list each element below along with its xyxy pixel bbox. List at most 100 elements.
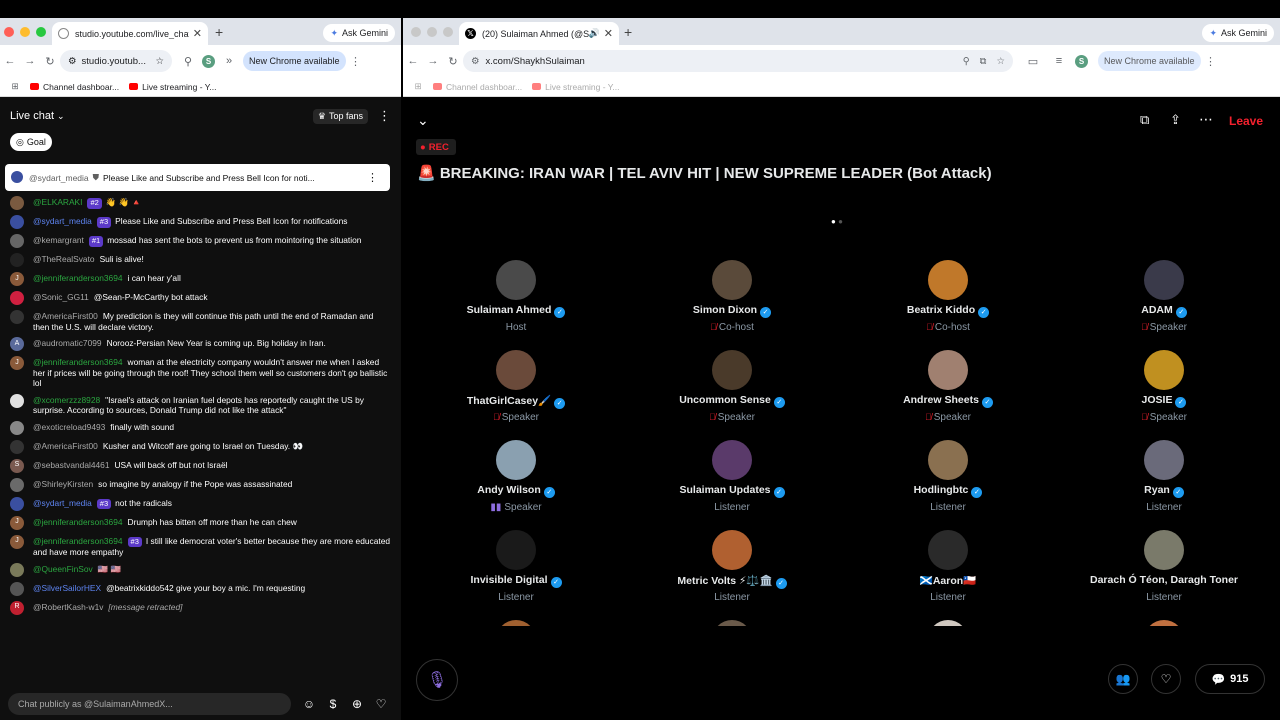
participant[interactable]: Beatrix Kiddo ✓ 🎙̸ Co-host xyxy=(840,260,1056,334)
avatar[interactable]: A xyxy=(10,337,24,351)
participant[interactable]: ThatGirlCasey🖌️ ✓ 🎙̸ Speaker xyxy=(408,350,624,424)
participant[interactable] xyxy=(624,620,840,626)
extension-icon[interactable]: ⚲ xyxy=(178,55,198,68)
tab-live-chat[interactable]: studio.youtube.com/live_chat ✕ xyxy=(52,22,208,45)
participant[interactable]: Ryan ✓ Listener xyxy=(1056,440,1272,514)
address-bar[interactable]: ⚙ x.com/ShaykhSulaiman ⚲ ⧉ ☆ xyxy=(463,50,1013,72)
back-icon[interactable]: ← xyxy=(0,55,20,67)
chat-message[interactable]: R @RobertKash-w1v [message retracted] xyxy=(0,599,401,618)
forward-icon[interactable]: → xyxy=(20,55,40,67)
chat-message[interactable]: @Sonic_GG11 @Sean-P-McCarthy bot attack xyxy=(0,289,401,308)
comments-button[interactable]: 💬 915 xyxy=(1195,664,1265,694)
participant[interactable]: Invisible Digital ✓ Listener xyxy=(408,530,624,604)
message-author[interactable]: @AmericaFirst00 xyxy=(33,311,98,321)
participant-avatar[interactable] xyxy=(496,620,536,626)
leave-button[interactable]: Leave xyxy=(1229,114,1263,128)
participant[interactable]: ADAM ✓ 🎙̸ Speaker xyxy=(1056,260,1272,334)
extension-icon[interactable]: ≡ xyxy=(1049,55,1069,67)
chat-message[interactable]: J @jenniferanderson3694 Drumph has bitten … xyxy=(0,514,401,533)
chat-message[interactable]: A @audromatic7099 Norooz-Persian New Year … xyxy=(0,335,401,354)
new-tab-button[interactable]: + xyxy=(215,24,223,40)
reload-icon[interactable]: ↻ xyxy=(443,55,463,68)
apps-icon[interactable]: ⊞ xyxy=(0,81,30,92)
participant[interactable] xyxy=(408,620,624,626)
avatar[interactable]: S xyxy=(10,458,24,473)
avatar[interactable] xyxy=(10,253,24,267)
collapse-chevron-icon[interactable]: ⌄ xyxy=(417,112,429,129)
participant-avatar[interactable] xyxy=(712,260,752,300)
speaker-icon[interactable]: 🔊 xyxy=(589,28,600,39)
participant-avatar[interactable] xyxy=(1144,260,1184,300)
participant-avatar[interactable] xyxy=(928,350,968,390)
participant-avatar[interactable] xyxy=(496,260,536,300)
install-icon[interactable]: ⧉ xyxy=(980,56,987,67)
participant[interactable]: Hodlingbtc ✓ Listener xyxy=(840,440,1056,514)
participant-avatar[interactable] xyxy=(712,530,752,570)
more-options-icon[interactable]: ⋮ xyxy=(378,108,391,124)
participant-avatar[interactable] xyxy=(712,620,752,626)
reload-icon[interactable]: ↻ xyxy=(40,55,60,68)
participant[interactable]: 🏴󠁧󠁢󠁳󠁣󠁴󠁿Aaron🇨🇱 Listener xyxy=(840,530,1056,604)
participant-avatar[interactable] xyxy=(1144,620,1184,626)
reactions-button[interactable]: ♡ xyxy=(1151,664,1181,694)
chat-message[interactable]: @ShirleyKirsten so imagine by analogy if … xyxy=(0,476,401,495)
avatar[interactable]: J xyxy=(10,272,24,286)
more-menu-icon[interactable]: ⋮ xyxy=(346,55,366,68)
participant[interactable] xyxy=(1056,620,1272,626)
message-author[interactable]: @AmericaFirst00 xyxy=(33,441,98,451)
participant[interactable]: JOSIE ✓ 🎙̸ Speaker xyxy=(1056,350,1272,424)
address-bar[interactable]: ⚙ studio.youtub... ☆ xyxy=(60,50,172,72)
chat-message[interactable]: J @jenniferanderson3694 i can hear y'all xyxy=(0,270,401,289)
minimize-window-button[interactable] xyxy=(20,27,30,37)
emoji-icon[interactable]: ☺ xyxy=(297,697,321,711)
profile-avatar[interactable]: S xyxy=(1075,54,1088,68)
close-tab-icon[interactable]: ✕ xyxy=(193,27,202,40)
message-author[interactable]: @ELKARAKI xyxy=(33,197,82,207)
chat-message[interactable]: J @jenniferanderson3694 #3 I still like dem… xyxy=(0,533,401,561)
apps-icon[interactable]: ⊞ xyxy=(403,81,433,92)
avatar[interactable]: J xyxy=(10,515,24,530)
avatar[interactable] xyxy=(10,581,24,596)
tab-x-profile[interactable]: 𝕏 (20) Sulaiman Ahmed (@S 🔊 ✕ xyxy=(459,22,619,45)
participant[interactable]: Andrew Sheets ✓ 🎙̸ Speaker xyxy=(840,350,1056,424)
new-tab-button[interactable]: + xyxy=(624,24,632,40)
participant-avatar[interactable] xyxy=(1144,530,1184,570)
message-author[interactable]: @sydart_media xyxy=(33,498,92,508)
avatar[interactable] xyxy=(10,562,24,577)
minimize-window-button[interactable] xyxy=(427,27,437,37)
participant-avatar[interactable] xyxy=(928,620,968,626)
ask-gemini-button[interactable]: ✦ Ask Gemini xyxy=(323,24,395,42)
live-chat-title[interactable]: Live chat xyxy=(10,110,54,122)
message-author[interactable]: @RobertKash-w1v xyxy=(33,602,103,612)
close-window-button[interactable] xyxy=(411,27,421,37)
avatar[interactable] xyxy=(10,234,24,248)
participant-avatar[interactable] xyxy=(496,530,536,570)
message-author[interactable]: @SilverSailorHEX xyxy=(33,583,101,593)
participant-avatar[interactable] xyxy=(496,440,536,480)
chat-message[interactable]: @exoticreload9493 finally with sound xyxy=(0,419,401,438)
chat-message[interactable]: @ELKARAKI #2 👋 👋 🔺 xyxy=(0,194,401,213)
avatar[interactable] xyxy=(10,215,24,229)
chat-message[interactable]: @sydart_media #3 not the radicals xyxy=(0,495,401,514)
message-author[interactable]: @jenniferanderson3694 xyxy=(33,536,123,546)
avatar[interactable]: J xyxy=(10,534,24,549)
more-options-icon[interactable]: ⋯ xyxy=(1199,111,1213,128)
close-window-button[interactable] xyxy=(4,27,14,37)
participant[interactable]: Sulaiman Updates ✓ Listener xyxy=(624,440,840,514)
participant-avatar[interactable] xyxy=(496,350,536,390)
message-author[interactable]: @sydart_media xyxy=(33,216,92,226)
new-chrome-button[interactable]: New Chrome available xyxy=(243,51,346,71)
share-icon[interactable]: ⇪ xyxy=(1170,112,1181,128)
page-indicator[interactable]: ● ● xyxy=(831,217,843,226)
avatar[interactable]: R xyxy=(10,600,24,615)
message-author[interactable]: @ShirleyKirsten xyxy=(33,479,93,489)
sidebar-icon[interactable]: ▭ xyxy=(1023,55,1043,68)
participant-avatar[interactable] xyxy=(928,530,968,570)
chat-message[interactable]: @xcomerzzz8928 "Israel's attack on Irania… xyxy=(0,392,401,419)
chat-message[interactable]: @sydart_media #3 Please Like and Subscribe… xyxy=(0,213,401,232)
participant-avatar[interactable] xyxy=(928,440,968,480)
message-author[interactable]: @jenniferanderson3694 xyxy=(33,517,123,527)
zoom-icon[interactable]: ⚲ xyxy=(963,56,970,67)
chat-message[interactable]: J @jenniferanderson3694 woman at the elect… xyxy=(0,354,401,392)
avatar[interactable] xyxy=(10,291,24,305)
